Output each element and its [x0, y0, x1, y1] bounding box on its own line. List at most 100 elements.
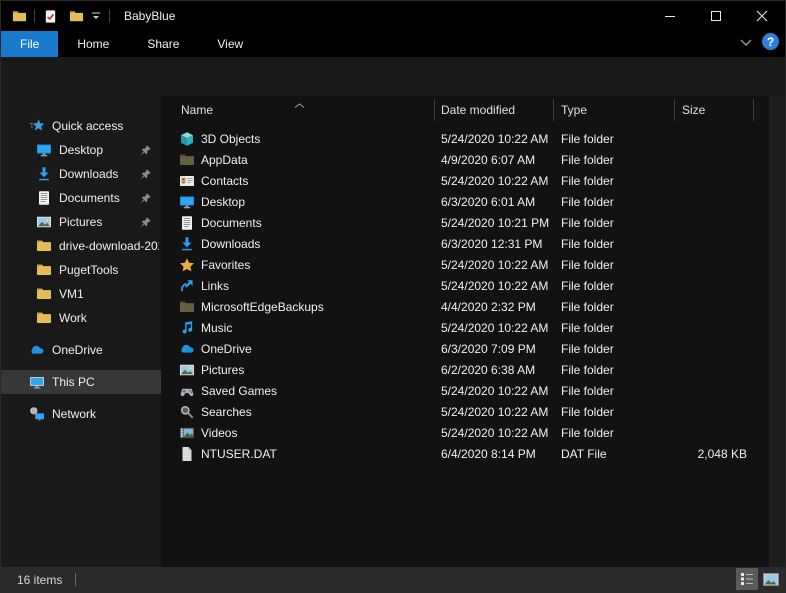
sidebar-item-vm1[interactable]: VM1	[1, 282, 161, 306]
sidebar-item-drive-download-202[interactable]: drive-download-202	[1, 234, 161, 258]
file-type: File folder	[561, 321, 614, 335]
file-date-modified: 5/24/2020 10:21 PM	[441, 216, 549, 230]
pin-icon	[140, 216, 152, 228]
file-name: AppData	[201, 153, 248, 167]
file-icon	[179, 446, 195, 462]
file-icon	[179, 404, 195, 420]
sidebar-item-label: Downloads	[59, 167, 118, 181]
tab-share[interactable]: Share	[128, 31, 198, 57]
table-row[interactable]: MicrosoftEdgeBackups 4/4/2020 2:32 PM Fi…	[161, 297, 769, 318]
file-type: File folder	[561, 342, 614, 356]
qat-separator	[34, 9, 35, 23]
table-row[interactable]: Links 5/24/2020 10:22 AM File folder	[161, 276, 769, 297]
file-date-modified: 5/24/2020 10:22 AM	[441, 426, 548, 440]
properties-check-icon[interactable]	[41, 7, 59, 25]
tab-view[interactable]: View	[198, 31, 262, 57]
table-row[interactable]: AppData 4/9/2020 6:07 AM File folder	[161, 150, 769, 171]
table-row[interactable]: Saved Games 5/24/2020 10:22 AM File fold…	[161, 381, 769, 402]
file-date-modified: 4/4/2020 2:32 PM	[441, 300, 536, 314]
sidebar-item-label: Documents	[59, 191, 120, 205]
tab-home[interactable]: Home	[58, 31, 128, 57]
pin-icon	[140, 168, 152, 180]
column-header-row: Name Date modified Type Size	[161, 96, 769, 123]
file-name: NTUSER.DAT	[201, 447, 277, 461]
file-name: 3D Objects	[201, 132, 260, 146]
file-type: File folder	[561, 174, 614, 188]
vertical-scrollbar[interactable]	[769, 96, 785, 567]
minimize-button[interactable]	[647, 1, 693, 31]
new-folder-icon[interactable]	[67, 7, 85, 25]
file-name: Links	[201, 279, 229, 293]
column-header-size[interactable]: Size	[682, 103, 705, 117]
large-icons-view-button[interactable]	[760, 568, 782, 590]
sidebar-item-pugettools[interactable]: PugetTools	[1, 258, 161, 282]
column-divider[interactable]	[674, 99, 675, 121]
sidebar-item-quick-access[interactable]: Quick access	[1, 114, 161, 138]
file-name: Music	[201, 321, 232, 335]
table-row[interactable]: Desktop 6/3/2020 6:01 AM File folder	[161, 192, 769, 213]
table-row[interactable]: Music 5/24/2020 10:22 AM File folder	[161, 318, 769, 339]
sidebar-item-pictures[interactable]: Pictures	[1, 210, 161, 234]
table-row[interactable]: Videos 5/24/2020 10:22 AM File folder	[161, 423, 769, 444]
file-icon	[179, 236, 195, 252]
sidebar-item-icon	[36, 142, 52, 158]
table-row[interactable]: Contacts 5/24/2020 10:22 AM File folder	[161, 171, 769, 192]
help-button[interactable]: ?	[762, 33, 779, 50]
navigation-pane: Quick access Desktop Downloads Documents…	[1, 96, 161, 567]
file-icon	[179, 341, 195, 357]
file-date-modified: 5/24/2020 10:22 AM	[441, 321, 548, 335]
close-button[interactable]	[739, 1, 785, 31]
file-date-modified: 6/3/2020 6:01 AM	[441, 195, 535, 209]
sidebar-item-icon	[29, 342, 45, 358]
sidebar-item-icon	[36, 190, 52, 206]
sidebar-item-icon	[36, 214, 52, 230]
sidebar-item-onedrive[interactable]: OneDrive	[1, 338, 161, 362]
file-icon	[179, 425, 195, 441]
sidebar-item-work[interactable]: Work	[1, 306, 161, 330]
column-divider[interactable]	[434, 99, 435, 121]
file-size: 2,048 KB	[661, 447, 747, 461]
sidebar-item-network[interactable]: Network	[1, 402, 161, 426]
column-divider[interactable]	[553, 99, 554, 121]
collapse-ribbon-chevron-icon[interactable]	[740, 35, 752, 49]
sidebar-item-this-pc[interactable]: This PC	[1, 370, 161, 394]
table-row[interactable]: Pictures 6/2/2020 6:38 AM File folder	[161, 360, 769, 381]
sidebar-item-downloads[interactable]: Downloads	[1, 162, 161, 186]
file-type: File folder	[561, 384, 614, 398]
table-row[interactable]: OneDrive 6/3/2020 7:09 PM File folder	[161, 339, 769, 360]
table-row[interactable]: Favorites 5/24/2020 10:22 AM File folder	[161, 255, 769, 276]
sidebar-item-label: This PC	[52, 375, 95, 389]
file-icon	[179, 257, 195, 273]
sidebar-item-icon	[36, 238, 52, 254]
file-date-modified: 4/9/2020 6:07 AM	[441, 153, 535, 167]
file-date-modified: 5/24/2020 10:22 AM	[441, 405, 548, 419]
table-row[interactable]: NTUSER.DAT 6/4/2020 8:14 PM DAT File 2,0…	[161, 444, 769, 465]
file-date-modified: 5/24/2020 10:22 AM	[441, 132, 548, 146]
file-name: Searches	[201, 405, 252, 419]
column-header-name[interactable]: Name	[181, 103, 213, 117]
table-row[interactable]: Searches 5/24/2020 10:22 AM File folder	[161, 402, 769, 423]
tab-file[interactable]: File	[1, 31, 58, 57]
qat-separator	[109, 9, 110, 23]
file-type: File folder	[561, 363, 614, 377]
table-row[interactable]: 3D Objects 5/24/2020 10:22 AM File folde…	[161, 129, 769, 150]
details-view-button[interactable]	[736, 568, 758, 590]
table-row[interactable]: Documents 5/24/2020 10:21 PM File folder	[161, 213, 769, 234]
sidebar-item-icon	[29, 374, 45, 390]
sidebar-item-desktop[interactable]: Desktop	[1, 138, 161, 162]
file-name: MicrosoftEdgeBackups	[201, 300, 324, 314]
file-type: DAT File	[561, 447, 607, 461]
column-divider[interactable]	[753, 99, 754, 121]
customize-qat-chevron-icon[interactable]	[89, 9, 103, 23]
column-header-date-modified[interactable]: Date modified	[441, 103, 515, 117]
file-name: Downloads	[201, 237, 260, 251]
sidebar-item-documents[interactable]: Documents	[1, 186, 161, 210]
table-row[interactable]: Downloads 6/3/2020 12:31 PM File folder	[161, 234, 769, 255]
column-header-type[interactable]: Type	[561, 103, 587, 117]
file-icon	[179, 194, 195, 210]
sidebar-item-icon	[29, 406, 45, 422]
sort-ascending-icon	[294, 97, 305, 111]
maximize-button[interactable]	[693, 1, 739, 31]
file-icon	[179, 278, 195, 294]
items-count: 16 items	[17, 573, 62, 587]
